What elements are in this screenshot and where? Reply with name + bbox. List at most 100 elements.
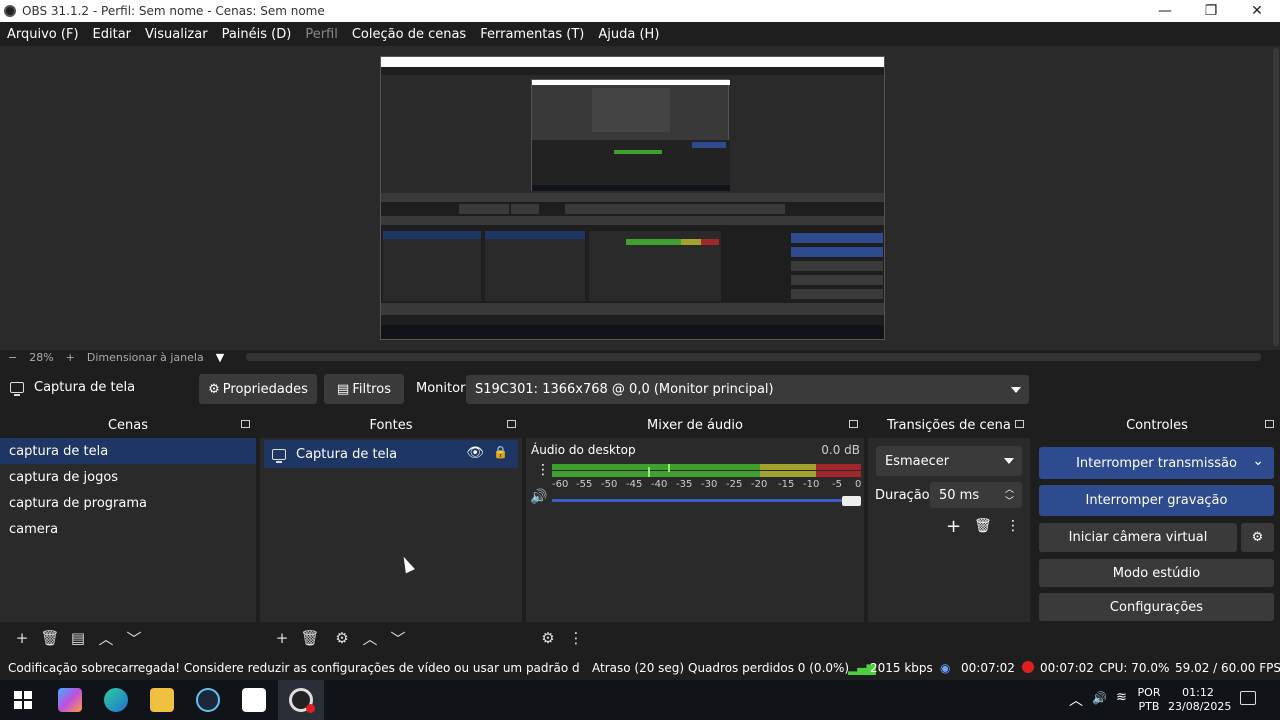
stepper-down-icon[interactable]: ﹀: [1005, 494, 1014, 507]
mixer-channel-level: 0.0 dB: [821, 443, 860, 457]
scenes-toolbar: + 🗑 ▤ ︿ ﹀: [0, 622, 256, 654]
source-item[interactable]: Captura de tela 👁 🔒: [264, 440, 518, 468]
virtual-camera-settings-button[interactable]: ⚙: [1241, 523, 1274, 552]
menu-editar[interactable]: Editar: [93, 27, 132, 42]
wifi-icon[interactable]: ≋: [1116, 690, 1127, 705]
status-warning: Codificação sobrecarregada! Considere re…: [8, 661, 580, 675]
monitor-icon: [10, 382, 24, 396]
studio-mode-button[interactable]: Modo estúdio: [1039, 559, 1274, 587]
menu-paineis[interactable]: Painéis (D): [222, 27, 292, 42]
edge-browser-icon[interactable]: [104, 688, 128, 712]
properties-button[interactable]: ⚙ Propriedades: [199, 374, 317, 404]
controls-title: Controles: [1126, 417, 1188, 433]
volume-slider[interactable]: [552, 496, 861, 508]
more-vertical-icon[interactable]: ⋮: [536, 462, 550, 478]
status-cpu: CPU: 70.0%: [1099, 661, 1170, 675]
undock-icon[interactable]: [241, 420, 250, 428]
duration-label: Duração: [875, 488, 930, 503]
status-bitrate: 2015 kbps: [870, 661, 933, 675]
capcut-icon[interactable]: [242, 688, 266, 712]
mixer-toolbar: ⚙ ⋮: [526, 622, 864, 654]
chevron-down-icon[interactable]: ﹀: [120, 628, 148, 649]
trash-icon[interactable]: 🗑: [974, 518, 992, 534]
start-virtual-camera-button[interactable]: Iniciar câmera virtual: [1039, 523, 1237, 552]
add-icon[interactable]: +: [8, 629, 36, 647]
chevron-up-icon[interactable]: ︿: [1069, 690, 1083, 710]
menu-perfil[interactable]: Perfil: [305, 27, 338, 42]
add-icon[interactable]: +: [268, 629, 296, 647]
filter-icon[interactable]: ▤: [64, 629, 92, 647]
gear-icon[interactable]: ⚙: [328, 629, 356, 647]
menu-visualizar[interactable]: Visualizar: [145, 27, 208, 42]
trash-icon[interactable]: 🗑: [36, 629, 64, 647]
menu-bar: Arquivo (F) Editar Visualizar Painéis (D…: [0, 22, 1280, 46]
windows-start-icon[interactable]: [14, 691, 32, 709]
zoom-bar: − 28% + Dimensionar à janela ▼: [0, 350, 1272, 364]
chevron-down-icon: [1011, 387, 1021, 393]
filter-icon: ▤: [337, 381, 350, 397]
steam-icon[interactable]: [196, 688, 220, 712]
undock-icon[interactable]: [1015, 420, 1024, 428]
monitor-icon: [272, 448, 286, 463]
gear-icon[interactable]: ⚙: [534, 629, 562, 647]
notifications-icon[interactable]: [1240, 691, 1256, 705]
scene-item[interactable]: captura de programa: [0, 490, 256, 516]
minimize-icon[interactable]: —: [1142, 3, 1188, 19]
preview-mini-frame: [531, 79, 730, 191]
close-icon[interactable]: ✕: [1234, 3, 1280, 19]
mixer-body: Áudio do desktop 0.0 dB ⋮ -60 -55 -50 -4…: [526, 438, 864, 622]
selected-source: Captura de tela: [10, 380, 135, 396]
menu-colecao-cenas[interactable]: Coleção de cenas: [352, 27, 466, 42]
chevron-down-icon[interactable]: ⌄: [1252, 453, 1264, 469]
lock-icon[interactable]: 🔒: [493, 445, 508, 459]
undock-icon[interactable]: [849, 420, 858, 428]
restore-icon[interactable]: ❐: [1188, 3, 1234, 19]
more-vertical-icon[interactable]: ⋮: [562, 629, 590, 647]
sources-toolbar: + 🗑 ⚙ ︿ ﹀: [260, 622, 522, 654]
file-explorer-icon[interactable]: [150, 688, 174, 712]
settings-button[interactable]: Configurações: [1039, 593, 1274, 621]
eye-icon[interactable]: 👁: [466, 445, 484, 461]
copilot-icon[interactable]: [58, 688, 82, 712]
obs-taskbar-active[interactable]: [278, 680, 324, 720]
chevron-up-icon[interactable]: ︿: [356, 628, 384, 649]
preview-canvas[interactable]: [380, 56, 885, 340]
zoom-mode-dropdown-icon[interactable]: ▼: [216, 351, 224, 364]
preview-horizontal-scrollbar[interactable]: [246, 353, 1261, 361]
menu-ajuda[interactable]: Ajuda (H): [598, 27, 659, 42]
scene-item[interactable]: captura de jogos: [0, 464, 256, 490]
zoom-mode-label: Dimensionar à janela: [86, 350, 204, 364]
obs-app-icon: [4, 5, 16, 17]
volume-icon[interactable]: 🔊: [1092, 691, 1107, 705]
scenes-title: Cenas: [107, 417, 149, 433]
transition-type-select[interactable]: Esmaecer: [876, 446, 1022, 476]
filters-button[interactable]: ▤ Filtros: [324, 374, 404, 404]
chevron-up-icon[interactable]: ︿: [92, 628, 120, 649]
undock-icon[interactable]: [507, 420, 516, 428]
zoom-in-button[interactable]: +: [66, 351, 75, 364]
add-icon[interactable]: +: [946, 516, 961, 537]
source-toolbar: Captura de tela ⚙ Propriedades ▤ Filtros…: [0, 372, 1280, 406]
scenes-dock: Cenas captura de tela captura de jogos c…: [0, 414, 256, 650]
scene-item[interactable]: captura de tela: [0, 438, 256, 464]
preview-mini-taskbar: [381, 325, 884, 339]
stop-streaming-button[interactable]: Interromper transmissão ⌄: [1039, 447, 1274, 479]
chevron-down-icon[interactable]: ﹀: [384, 628, 412, 649]
scenes-list: captura de tela captura de jogos captura…: [0, 438, 256, 622]
clock[interactable]: 01:12 23/08/2025: [1168, 686, 1231, 714]
stop-recording-button[interactable]: Interromper gravação: [1039, 485, 1274, 516]
monitor-select[interactable]: S19C301: 1366x768 @ 0,0 (Monitor princip…: [466, 375, 1029, 404]
title-bar: OBS 31.1.2 - Perfil: Sem nome - Cenas: S…: [0, 0, 1280, 22]
zoom-out-button[interactable]: −: [8, 351, 17, 364]
speaker-icon[interactable]: 🔊: [530, 489, 547, 505]
undock-icon[interactable]: [1265, 420, 1274, 428]
preview-vertical-scrollbar[interactable]: [1272, 46, 1280, 350]
language-indicator[interactable]: POR PTB: [1136, 686, 1162, 714]
trash-icon[interactable]: 🗑: [296, 629, 324, 647]
more-vertical-icon[interactable]: ⋮: [1006, 518, 1020, 534]
record-icon: [1022, 661, 1034, 673]
duration-stepper[interactable]: 50 ms ︿ ﹀: [930, 482, 1022, 508]
scene-item[interactable]: camera: [0, 516, 256, 542]
menu-ferramentas[interactable]: Ferramentas (T): [480, 27, 584, 42]
menu-arquivo[interactable]: Arquivo (F): [7, 27, 79, 42]
